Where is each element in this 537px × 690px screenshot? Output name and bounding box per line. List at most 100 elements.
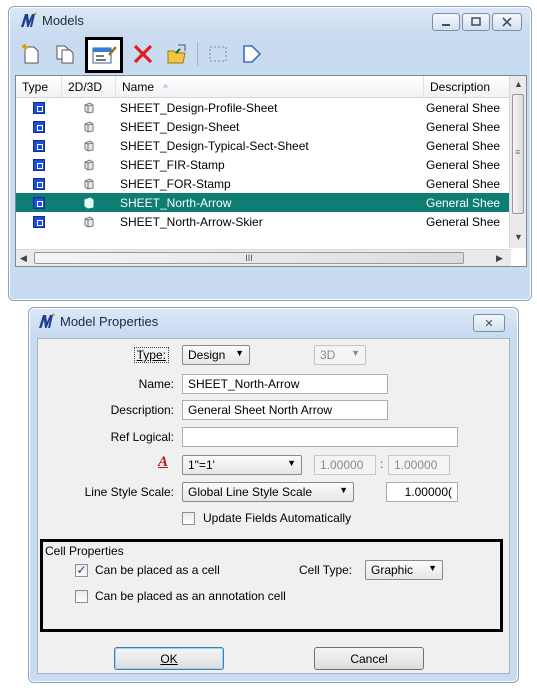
type-cell: [16, 101, 62, 114]
column-description[interactable]: Description: [424, 76, 512, 97]
model-name-cell: SHEET_FIR-Stamp: [120, 157, 225, 172]
model-description-cell: General Shee: [426, 214, 501, 229]
model-description-cell: General Shee: [426, 119, 501, 134]
minimize-button[interactable]: [432, 13, 460, 31]
dimension-select: 3D ▼: [314, 345, 366, 365]
line-style-scale-number[interactable]: 1.00000(: [386, 482, 458, 502]
model-name-cell: SHEET_North-Arrow: [120, 195, 232, 210]
type-cell: [16, 177, 62, 190]
model-description-cell: General Shee: [426, 157, 501, 172]
dimension-cell: [62, 215, 116, 228]
name-field[interactable]: SHEET_North-Arrow: [182, 374, 388, 394]
horizontal-scrollbar[interactable]: ◀ III ▶: [16, 249, 511, 266]
scroll-down-icon[interactable]: ▼: [514, 232, 523, 242]
type-select[interactable]: Design ▼: [182, 345, 250, 365]
3d-model-icon: [84, 120, 94, 133]
model-name-cell: SHEET_Design-Typical-Sect-Sheet: [120, 138, 309, 153]
placed-as-cell-label: Can be placed as a cell: [95, 563, 220, 577]
models-titlebar[interactable]: Models: [9, 7, 531, 35]
cell-type-select[interactable]: Graphic ▼: [365, 560, 443, 580]
annotation-scale-value: 1"=1': [188, 458, 215, 472]
models-window: Models Type 2D/3D Name ^ Description SHE…: [8, 6, 532, 301]
design-model-icon: [33, 177, 45, 190]
model-properties-dialog: Model Properties ✕ Type: Design ▼ 3D ▼ N…: [28, 307, 519, 683]
table-row[interactable]: SHEET_Design-Sheet General Shee: [16, 117, 526, 136]
model-name-cell: SHEET_FOR-Stamp: [120, 176, 231, 191]
cell-properties-legend: Cell Properties: [45, 544, 124, 558]
scroll-up-icon[interactable]: ▲: [514, 79, 523, 89]
table-row[interactable]: SHEET_Design-Profile-Sheet General Shee: [16, 98, 526, 117]
dimension-cell: [62, 101, 116, 114]
dialog-close-button[interactable]: ✕: [473, 314, 505, 332]
import-model-button[interactable]: [163, 40, 191, 68]
create-model-icon: [22, 44, 39, 64]
description-field[interactable]: General Sheet North Arrow: [182, 400, 388, 420]
3d-model-icon: [84, 215, 94, 228]
chevron-down-icon: ▼: [351, 348, 360, 358]
close-icon: [502, 17, 512, 27]
table-row[interactable]: SHEET_North-Arrow General Shee: [16, 193, 526, 212]
select-tool-button[interactable]: [204, 40, 232, 68]
update-fields-checkbox[interactable]: [182, 512, 195, 525]
microstation-logo-icon: [21, 12, 37, 27]
column-name[interactable]: Name ^: [116, 76, 424, 97]
grip-icon: ≡: [515, 147, 521, 157]
design-model-icon: [33, 158, 45, 171]
models-title: Models: [42, 13, 84, 28]
copy-model-button[interactable]: [51, 40, 79, 68]
horizontal-scroll-thumb[interactable]: III: [34, 252, 464, 264]
cancel-button[interactable]: Cancel: [314, 647, 424, 670]
create-model-button[interactable]: [17, 40, 45, 68]
annotation-scale-select[interactable]: 1"=1' ▼: [182, 455, 302, 475]
table-row[interactable]: SHEET_North-Arrow-Skier General Shee: [16, 212, 526, 231]
vertical-scrollbar[interactable]: ▲ ≡ ▼: [509, 76, 526, 248]
vertical-scroll-thumb[interactable]: ≡: [512, 94, 524, 214]
type-label: Type:: [133, 347, 169, 363]
design-model-icon: [33, 196, 45, 209]
checkmark-icon: ✓: [76, 563, 87, 577]
dimension-cell: [62, 158, 116, 171]
maximize-button[interactable]: [462, 13, 490, 31]
annotation-cell-label: Can be placed as an annotation cell: [95, 589, 286, 603]
ok-button[interactable]: OK: [114, 647, 224, 670]
scale-b-field: 1.00000: [388, 455, 450, 475]
chevron-down-icon: ▼: [287, 458, 296, 468]
cancel-button-label: Cancel: [350, 651, 388, 666]
3d-model-icon: [84, 177, 94, 190]
model-properties-titlebar[interactable]: Model Properties ✕: [29, 308, 518, 336]
scroll-right-icon[interactable]: ▶: [496, 253, 503, 264]
model-rows: SHEET_Design-Profile-Sheet General Shee SH…: [16, 98, 526, 231]
edit-model-properties-button[interactable]: [85, 37, 123, 73]
ref-logical-label: Ref Logical:: [110, 430, 174, 444]
annotation-cell-checkbox[interactable]: [75, 590, 88, 603]
table-row[interactable]: SHEET_FIR-Stamp General Shee: [16, 155, 526, 174]
ref-logical-field[interactable]: [182, 427, 458, 447]
type-cell: [16, 158, 62, 171]
cell-type-value: Graphic: [371, 563, 414, 577]
model-name-cell: SHEET_Design-Profile-Sheet: [120, 100, 278, 115]
import-model-icon: [167, 44, 186, 64]
table-row[interactable]: SHEET_FOR-Stamp General Shee: [16, 174, 526, 193]
scroll-left-icon[interactable]: ◀: [20, 253, 27, 264]
design-model-icon: [33, 139, 45, 152]
close-button[interactable]: [492, 13, 522, 31]
delete-model-button[interactable]: [129, 40, 157, 68]
placed-as-cell-checkbox[interactable]: ✓: [75, 564, 88, 577]
models-list[interactable]: Type 2D/3D Name ^ Description SHEET_Desi…: [15, 75, 527, 267]
model-description-cell: General Shee: [426, 138, 501, 153]
line-style-scale-label: Line Style Scale:: [84, 485, 174, 499]
table-row[interactable]: SHEET_Design-Typical-Sect-Sheet General S…: [16, 136, 526, 155]
close-icon: ✕: [484, 317, 494, 330]
line-style-scale-select[interactable]: Global Line Style Scale ▼: [182, 482, 354, 502]
column-2d3d[interactable]: 2D/3D: [62, 76, 116, 97]
cell-type-label: Cell Type:: [299, 563, 353, 577]
arrow-shape-button[interactable]: [238, 40, 266, 68]
type-cell: [16, 139, 62, 152]
3d-model-icon: [84, 196, 94, 209]
minimize-icon: [442, 24, 450, 26]
column-type[interactable]: Type: [16, 76, 62, 97]
dimension-cell: [62, 177, 116, 190]
delete-model-icon: [133, 44, 153, 64]
edit-model-properties-icon: [92, 46, 117, 64]
type-cell: [16, 215, 62, 228]
